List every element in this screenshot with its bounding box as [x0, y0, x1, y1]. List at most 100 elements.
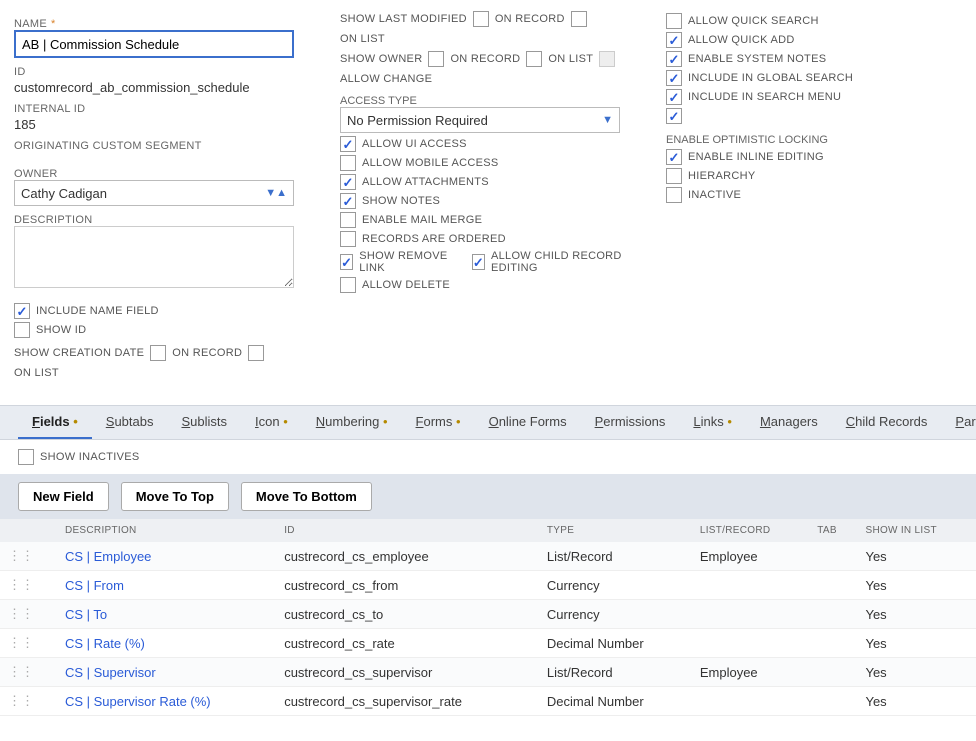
field-link[interactable]: CS | Rate (%)	[65, 636, 145, 651]
tab-online-forms[interactable]: Online Forms	[475, 406, 581, 439]
field-link[interactable]: CS | Supervisor Rate (%)	[65, 694, 211, 709]
table-row[interactable]: ⋮⋮CS | Supervisorcustrecord_cs_superviso…	[0, 658, 976, 687]
drag-handle-icon[interactable]: ⋮⋮	[8, 664, 34, 679]
table-cell: Yes	[857, 600, 976, 629]
drag-handle-icon[interactable]: ⋮⋮	[8, 606, 34, 621]
access-type-select[interactable]: No Permission Required ▼	[340, 107, 620, 133]
allow-attachments-checkbox[interactable]	[340, 174, 356, 190]
access-type-label: ACCESS TYPE	[340, 95, 636, 107]
column-header: TAB	[809, 519, 857, 542]
tab-numbering[interactable]: Numbering •	[302, 406, 402, 439]
tab-parent-records[interactable]: Parent Records	[941, 406, 976, 439]
field-link[interactable]: CS | Employee	[65, 549, 151, 564]
table-cell: List/Record	[539, 542, 692, 571]
drag-handle-icon[interactable]: ⋮⋮	[8, 635, 34, 650]
table-row[interactable]: ⋮⋮ CS | Employee custrecord_cs_employeeLis…	[0, 542, 976, 571]
column-header: LIST/RECORD	[692, 519, 809, 542]
field-link[interactable]: CS | From	[65, 578, 124, 593]
table-cell[interactable]: CS | From	[57, 571, 276, 600]
tab-subtabs[interactable]: Subtabs	[92, 406, 168, 439]
drag-handle-icon[interactable]: ⋮⋮	[8, 693, 34, 708]
show-id-checkbox[interactable]	[14, 322, 30, 338]
id-label: ID	[14, 66, 310, 78]
field-link[interactable]: CS | To	[65, 607, 107, 622]
owner-on-record-checkbox[interactable]	[428, 51, 444, 67]
name-input[interactable]	[14, 30, 294, 58]
enable-inline-editing-checkbox[interactable]	[666, 149, 682, 165]
tab-bar: Fields •SubtabsSublistsIcon •Numbering •…	[0, 405, 976, 440]
table-row[interactable]: ⋮⋮CS | Supervisor Rate (%)custrecord_cs_…	[0, 687, 976, 716]
enable-mail-merge-checkbox[interactable]	[340, 212, 356, 228]
show-remove-link-checkbox[interactable]	[340, 254, 353, 270]
tab-forms[interactable]: Forms •	[402, 406, 475, 439]
internal-id-value: 185	[14, 117, 310, 132]
tab-child-records[interactable]: Child Records	[832, 406, 942, 439]
include-global-search-checkbox[interactable]	[666, 70, 682, 86]
creation-on-list-checkbox[interactable]	[248, 345, 264, 361]
allow-delete-checkbox[interactable]	[340, 277, 356, 293]
owner-allow-change-checkbox	[599, 51, 615, 67]
column-header	[0, 519, 57, 542]
table-cell[interactable]: CS | Employee	[57, 542, 276, 571]
tab-managers[interactable]: Managers	[746, 406, 832, 439]
table-row[interactable]: ⋮⋮CS | Fromcustrecord_cs_fromCurrencyYes	[0, 571, 976, 600]
tab-fields[interactable]: Fields •	[18, 406, 92, 439]
table-cell[interactable]: CS | Supervisor	[57, 658, 276, 687]
table-cell[interactable]: ⋮⋮	[0, 542, 57, 571]
include-search-menu-checkbox[interactable]	[666, 89, 682, 105]
owner-select[interactable]: Cathy Cadigan ▼▲	[14, 180, 294, 206]
action-bar: New Field Move To Top Move To Bottom	[0, 474, 976, 519]
show-notes-checkbox[interactable]	[340, 193, 356, 209]
table-cell[interactable]: ⋮⋮	[0, 600, 57, 629]
table-cell: custrecord_cs_employee	[276, 542, 539, 571]
show-last-modified-label: SHOW LAST MODIFIED	[340, 13, 467, 25]
tab-sublists[interactable]: Sublists	[167, 406, 241, 439]
allow-mobile-access-checkbox[interactable]	[340, 155, 356, 171]
drag-handle-icon[interactable]: ⋮⋮	[8, 577, 34, 592]
table-cell[interactable]: ⋮⋮	[0, 687, 57, 716]
new-field-button[interactable]: New Field	[18, 482, 109, 511]
allow-ui-access-checkbox[interactable]	[340, 136, 356, 152]
table-cell: Decimal Number	[539, 687, 692, 716]
table-row[interactable]: ⋮⋮CS | Tocustrecord_cs_toCurrencyYes	[0, 600, 976, 629]
inactive-checkbox[interactable]	[666, 187, 682, 203]
allow-child-record-editing-checkbox[interactable]	[472, 254, 485, 270]
table-cell: Yes	[857, 629, 976, 658]
orig-segment-label: ORIGINATING CUSTOM SEGMENT	[14, 140, 310, 152]
tab-permissions[interactable]: Permissions	[581, 406, 680, 439]
last-mod-on-list-checkbox[interactable]	[571, 11, 587, 27]
table-row[interactable]: ⋮⋮CS | Rate (%)custrecord_cs_rateDecimal…	[0, 629, 976, 658]
move-to-bottom-button[interactable]: Move To Bottom	[241, 482, 372, 511]
extra-checkbox[interactable]	[666, 108, 682, 124]
table-cell[interactable]: CS | To	[57, 600, 276, 629]
creation-on-record-checkbox[interactable]	[150, 345, 166, 361]
description-textarea[interactable]	[14, 226, 294, 288]
table-cell: Employee	[692, 542, 809, 571]
hierarchy-checkbox[interactable]	[666, 168, 682, 184]
table-cell[interactable]: ⋮⋮	[0, 629, 57, 658]
table-cell[interactable]: CS | Supervisor Rate (%)	[57, 687, 276, 716]
owner-on-list-checkbox[interactable]	[526, 51, 542, 67]
drag-handle-icon[interactable]: ⋮⋮	[8, 548, 34, 563]
records-are-ordered-checkbox[interactable]	[340, 231, 356, 247]
last-mod-on-record-checkbox[interactable]	[473, 11, 489, 27]
owner-label: OWNER	[14, 168, 310, 180]
table-cell: custrecord_cs_from	[276, 571, 539, 600]
include-name-field-label: INCLUDE NAME FIELD	[36, 305, 159, 317]
allow-quick-search-checkbox[interactable]	[666, 13, 682, 29]
tab-links[interactable]: Links •	[679, 406, 746, 439]
table-cell	[809, 629, 857, 658]
field-link[interactable]: CS | Supervisor	[65, 665, 156, 680]
table-cell[interactable]: ⋮⋮	[0, 658, 57, 687]
enable-system-notes-checkbox[interactable]	[666, 51, 682, 67]
table-cell[interactable]: CS | Rate (%)	[57, 629, 276, 658]
tab-icon[interactable]: Icon •	[241, 406, 302, 439]
table-cell[interactable]: ⋮⋮	[0, 571, 57, 600]
show-inactives-checkbox[interactable]	[18, 449, 34, 465]
move-to-top-button[interactable]: Move To Top	[121, 482, 229, 511]
include-name-field-checkbox[interactable]	[14, 303, 30, 319]
table-cell: Currency	[539, 600, 692, 629]
name-label: NAME *	[14, 18, 310, 30]
description-label: DESCRIPTION	[14, 214, 310, 226]
allow-quick-add-checkbox[interactable]	[666, 32, 682, 48]
